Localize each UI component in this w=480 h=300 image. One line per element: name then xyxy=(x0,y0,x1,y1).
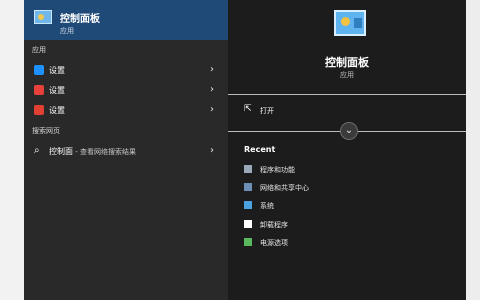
best-match-subtitle: 应用 xyxy=(60,27,74,35)
best-match-title: 控制面板 xyxy=(60,14,100,25)
open-label: 打开 xyxy=(260,107,274,115)
best-match-item[interactable]: 控制面板 应用 xyxy=(24,0,228,40)
app-result-label: 设置 xyxy=(49,66,65,75)
s-app-icon xyxy=(34,105,44,115)
recent-item[interactable]: 系统 xyxy=(244,199,444,213)
programs-icon xyxy=(244,165,252,173)
section-apps-heading: 应用 xyxy=(32,46,46,54)
section-web-heading: 搜索网页 xyxy=(32,127,60,135)
open-action[interactable]: ⇱ 打开 xyxy=(244,104,444,118)
app-result-settings-1[interactable]: 设置 › xyxy=(24,60,228,80)
system-icon xyxy=(244,201,252,209)
chevron-right-icon[interactable]: › xyxy=(210,104,214,115)
preview-subtitle: 应用 xyxy=(340,71,354,79)
recent-heading: Recent xyxy=(244,145,276,154)
tool-icon xyxy=(34,85,44,95)
recent-item[interactable]: 卸载程序 xyxy=(244,218,444,232)
network-icon xyxy=(244,183,252,191)
web-search-result[interactable]: ⌕ 控制面 - 查看网络搜索结果 › xyxy=(24,141,228,161)
search-results-panel: 控制面板 应用 应用 设置 › 设置 › 设置 › 搜索网页 ⌕ 控制面 - 查… xyxy=(24,0,228,300)
recent-item-label: 网络和共享中心 xyxy=(260,184,309,192)
recent-item-label: 系统 xyxy=(260,202,274,210)
document-icon xyxy=(244,220,252,228)
app-result-label: 设置 xyxy=(49,106,65,115)
app-result-settings-2[interactable]: 设置 › xyxy=(24,80,228,100)
control-panel-large-icon xyxy=(334,10,366,36)
recent-item[interactable]: 网络和共享中心 xyxy=(244,181,444,195)
recent-item-label: 电源选项 xyxy=(260,239,288,247)
app-result-label: 设置 xyxy=(49,86,65,95)
recent-item[interactable]: 程序和功能 xyxy=(244,163,444,177)
chevron-right-icon[interactable]: › xyxy=(210,64,214,75)
recent-item-label: 卸载程序 xyxy=(260,221,288,229)
battery-icon xyxy=(244,238,252,246)
gear-icon xyxy=(34,65,44,75)
chevron-right-icon[interactable]: › xyxy=(210,145,214,156)
web-search-text: 控制面 - 查看网络搜索结果 xyxy=(49,146,136,157)
desktop-background-right xyxy=(466,0,480,300)
preview-title: 控制面板 xyxy=(325,56,369,69)
expand-button[interactable]: ⌄ xyxy=(340,122,358,140)
search-icon: ⌕ xyxy=(34,145,40,156)
app-result-settings-3[interactable]: 设置 › xyxy=(24,100,228,120)
recent-item[interactable]: 电源选项 xyxy=(244,236,444,250)
recent-item-label: 程序和功能 xyxy=(260,166,295,174)
control-panel-icon xyxy=(34,10,52,24)
preview-panel: 控制面板 应用 ⇱ 打开 ⌄ Recent 程序和功能 网络和共享中心 系统 卸… xyxy=(228,0,466,300)
divider xyxy=(228,94,466,95)
chevron-down-icon: ⌄ xyxy=(344,125,354,136)
web-search-query: 控制面 xyxy=(49,147,73,156)
desktop-background-left xyxy=(0,0,24,300)
open-icon: ⇱ xyxy=(244,104,252,114)
chevron-right-icon[interactable]: › xyxy=(210,84,214,95)
web-search-suffix: - 查看网络搜索结果 xyxy=(73,148,136,156)
